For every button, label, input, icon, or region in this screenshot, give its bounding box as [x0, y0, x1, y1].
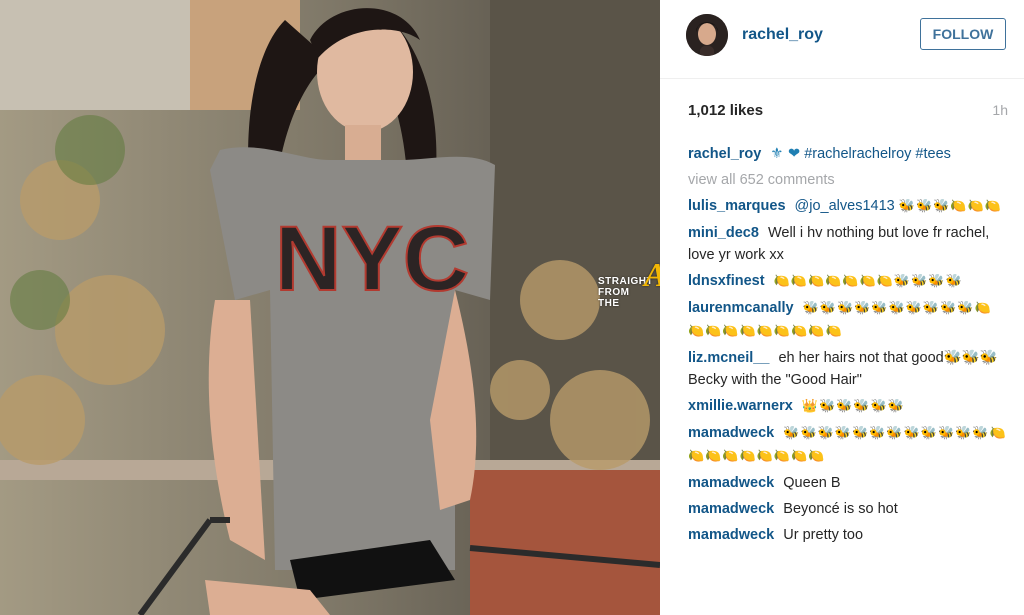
comment-text: Beyoncé is so hot	[783, 501, 898, 517]
header-username[interactable]: rachel_roy	[742, 26, 823, 44]
avatar[interactable]	[686, 14, 728, 56]
comment-username[interactable]: lulis_marques	[688, 198, 786, 214]
comment-item: lulis_marques @jo_alves1413 🐝🐝🐝🍋🍋🍋	[688, 195, 1008, 218]
comment-username[interactable]: xmillie.warnerx	[688, 398, 793, 414]
comment-username[interactable]: mamadweck	[688, 527, 774, 543]
comment-emoji: 👑🐝🐝🐝🐝🐝	[801, 399, 905, 414]
comment-item: xmillie.warnerx 👑🐝🐝🐝🐝🐝	[688, 395, 1008, 418]
watermark-line3: THE	[598, 298, 620, 309]
comment-text: Ur pretty too	[783, 527, 864, 543]
view-all-comments-link[interactable]: view all 652 comments	[688, 169, 1008, 191]
comment-emoji: 🐝🐝🐝🍋🍋🍋	[898, 199, 1002, 214]
avatar-image	[686, 14, 728, 56]
comment-item: ldnsxfinest 🍋🍋🍋🍋🍋🍋🍋🐝🐝🐝🐝	[688, 270, 1008, 293]
photo-illustration: NYC	[0, 0, 660, 615]
post-photo: NYC	[0, 0, 660, 615]
caption-username[interactable]: rachel_roy	[688, 146, 761, 162]
comment-item: mamadweck Ur pretty too	[688, 524, 1008, 546]
comment-item: liz.mcneil__ eh her hairs not that good🐝…	[688, 347, 1008, 391]
comment-username[interactable]: liz.mcneil__	[688, 350, 769, 366]
comment-username[interactable]: mamadweck	[688, 425, 774, 441]
follow-button[interactable]: FOLLOW	[920, 18, 1006, 50]
comment-item: mini_dec8 Well i hv nothing but love fr …	[688, 222, 1008, 266]
shirt-print: NYC	[275, 208, 469, 310]
comment-username[interactable]: laurenmcanally	[688, 300, 794, 316]
comment-item: mamadweck Queen B	[688, 472, 1008, 494]
post-header: rachel_roy FOLLOW	[660, 0, 1024, 79]
comment-item: mamadweck Beyoncé is so hot	[688, 498, 1008, 520]
likes-count[interactable]: 1,012 likes	[688, 102, 763, 119]
comment-username[interactable]: ldnsxfinest	[688, 273, 765, 289]
comment-text: Queen B	[783, 475, 841, 491]
comments-list: rachel_roy ⚜ ❤ #rachelrachelroy #tees vi…	[688, 143, 1008, 550]
comment-username[interactable]: mamadweck	[688, 501, 774, 517]
comment-username[interactable]: mini_dec8	[688, 225, 759, 241]
caption: rachel_roy ⚜ ❤ #rachelrachelroy #tees	[688, 143, 1008, 165]
comment-username[interactable]: mamadweck	[688, 475, 774, 491]
post-timestamp: 1h	[992, 102, 1008, 118]
post-side-panel: rachel_roy FOLLOW 1,012 likes 1h rachel_…	[660, 0, 1024, 615]
caption-hashtags[interactable]: #rachelrachelroy #tees	[804, 146, 951, 162]
comment-emoji: 🍋🍋🍋🍋🍋🍋🍋🐝🐝🐝🐝	[773, 274, 963, 289]
comment-item: mamadweck 🐝🐝🐝🐝🐝🐝🐝🐝🐝🐝🐝🐝🍋🍋🍋🍋🍋🍋🍋🍋🍋	[688, 422, 1008, 468]
comment-mention[interactable]: @jo_alves1413	[795, 198, 895, 214]
comment-item: laurenmcanally 🐝🐝🐝🐝🐝🐝🐝🐝🐝🐝🍋🍋🍋🍋🍋🍋🍋🍋🍋🍋	[688, 297, 1008, 343]
caption-emoji-icons: ⚜ ❤	[770, 146, 801, 162]
watermark: STRAIGHT FROM THE A	[598, 259, 667, 310]
